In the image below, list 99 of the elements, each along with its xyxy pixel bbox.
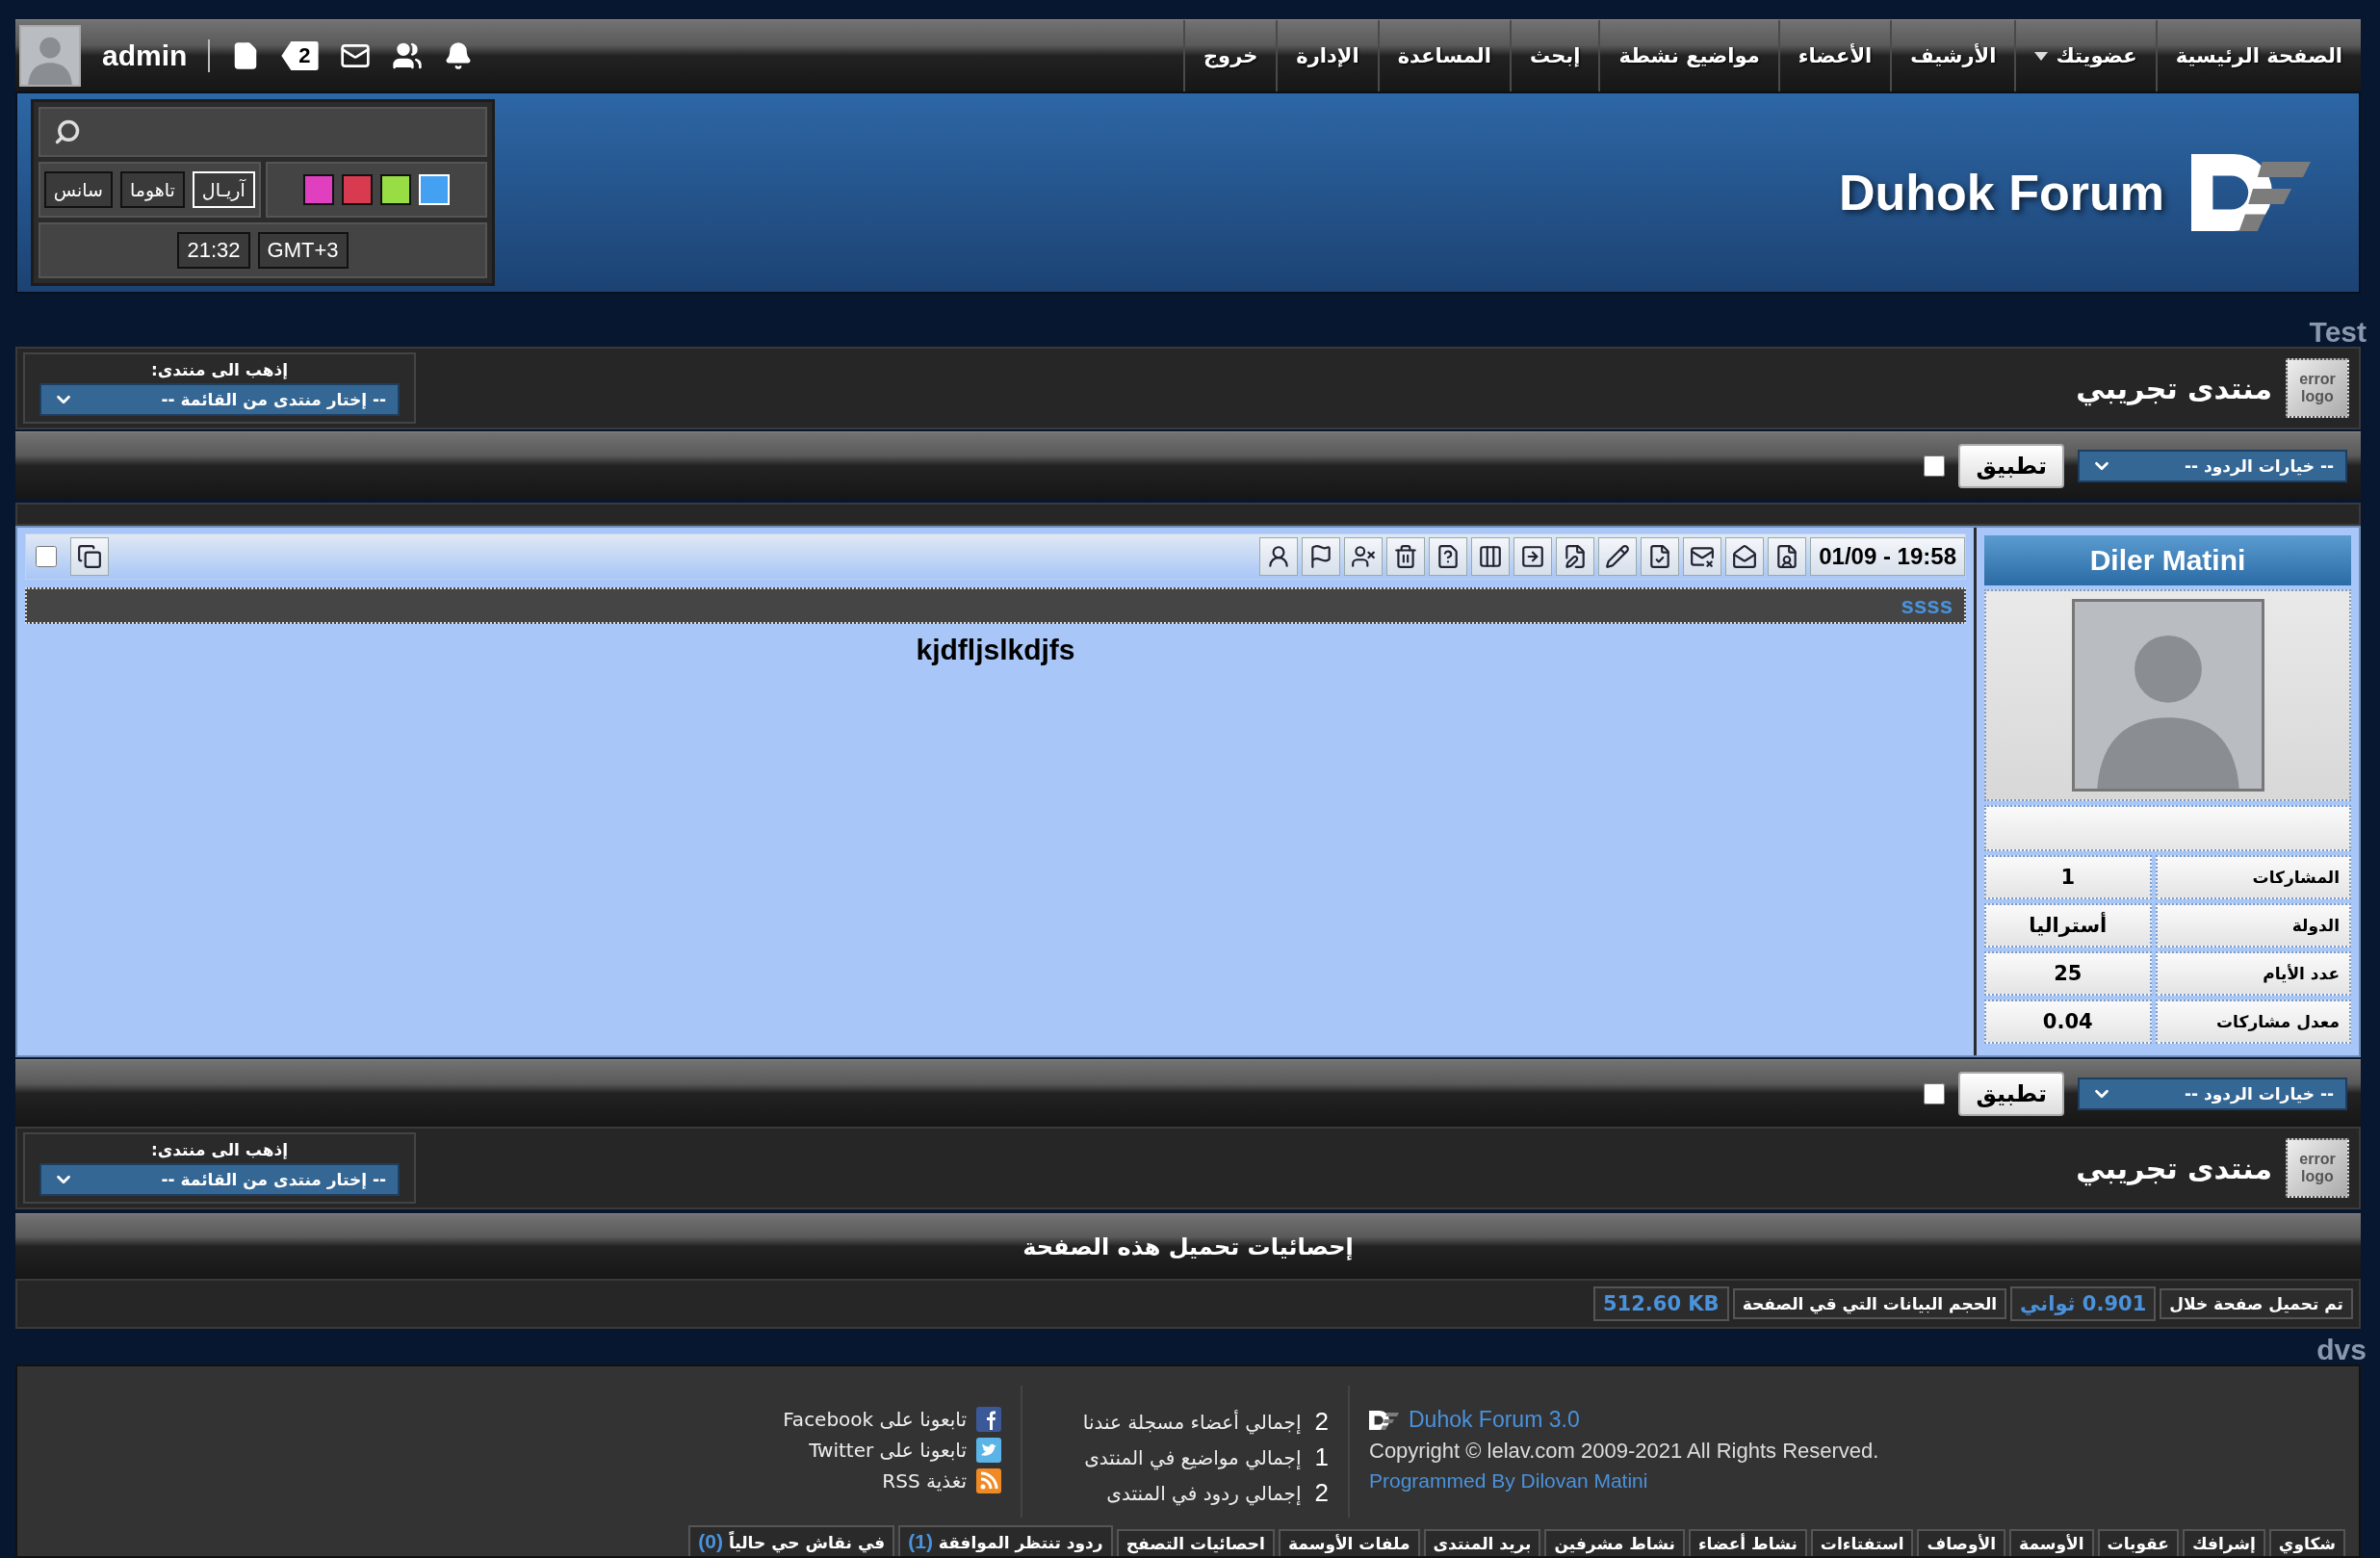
total-count: 1	[1314, 1442, 1329, 1472]
columns-button[interactable]	[1471, 537, 1511, 576]
social-link[interactable]: تابعونا على Twitter	[751, 1438, 1001, 1463]
footer-link[interactable]: ملفات الأوسمة	[1278, 1529, 1420, 1556]
social-link[interactable]: تابعونا على Facebook	[751, 1407, 1001, 1432]
apply-button[interactable]: تطبيق	[1958, 1071, 2064, 1116]
footer-link[interactable]: بريد المنتدى	[1423, 1529, 1541, 1556]
search-field[interactable]	[39, 107, 487, 157]
font-option[interactable]: سانس	[43, 171, 113, 208]
post-date: 01/09 - 19:58	[1810, 537, 1965, 576]
copy-button[interactable]	[70, 537, 109, 576]
stat-label: المشاركات	[2155, 855, 2351, 899]
facebook-icon	[976, 1407, 1001, 1432]
total-label: إجمالي ردود في المنتدى	[1106, 1481, 1302, 1505]
user-name[interactable]: admin	[102, 39, 188, 72]
footer-link[interactable]: إشرافك	[2182, 1529, 2265, 1556]
file-check-button[interactable]	[1641, 537, 1680, 576]
post-title: ssss	[1901, 592, 1953, 619]
search-icon	[54, 118, 81, 145]
trash-button[interactable]	[1386, 537, 1426, 576]
site-title: Duhok Forum	[1839, 164, 2164, 221]
forum-title: منتدى تجريبي	[2076, 1151, 2272, 1185]
user-button[interactable]	[1259, 537, 1299, 576]
stat-value: 1	[1984, 855, 2152, 899]
file-question-button[interactable]	[1429, 537, 1468, 576]
open-mail-button[interactable]	[1725, 537, 1765, 576]
stat-value: 25	[1984, 951, 2152, 996]
stat-label: معدل مشاركات	[2155, 1000, 2351, 1044]
font-option[interactable]: تاهوما	[119, 171, 185, 208]
footer-link[interactable]: الأوصاف	[1917, 1529, 2006, 1556]
arrow-right-button[interactable]	[1513, 537, 1553, 576]
user-x-icon	[1351, 544, 1377, 569]
author-name[interactable]: Diler Matini	[1984, 535, 2351, 585]
color-swatch[interactable]	[302, 174, 334, 205]
logo-icon	[1369, 1410, 1399, 1430]
total-count: 2	[1314, 1407, 1329, 1437]
user-x-button[interactable]	[1344, 537, 1384, 576]
post-body: kjdfljslkdjfs	[916, 634, 1075, 666]
reply-options-select[interactable]: -- خيارات الردود --	[2078, 449, 2347, 482]
select-checkbox[interactable]	[1924, 454, 1946, 477]
arrow-right-icon	[1520, 544, 1546, 569]
clock-time: 21:32	[177, 232, 250, 269]
broken-image-label: error logo	[2298, 1151, 2337, 1185]
footer-link[interactable]: شكاوي	[2268, 1529, 2345, 1556]
apply-button[interactable]: تطبيق	[1958, 443, 2064, 488]
caret-icon	[2034, 51, 2049, 61]
rss-icon	[976, 1468, 1001, 1493]
forum-jump-label: إذهب الى منتدى:	[150, 360, 289, 379]
font-option[interactable]: آريـال	[192, 171, 255, 208]
stat-label: تم تحميل صفحة خلال	[2160, 1288, 2353, 1319]
open-mail-icon	[1732, 544, 1758, 569]
footer-link[interactable]: نشاط مشرفين	[1544, 1529, 1685, 1556]
trash-icon	[1393, 544, 1419, 569]
color-swatch[interactable]	[379, 174, 411, 205]
post-checkbox[interactable]	[36, 546, 57, 567]
total-count: 2	[1314, 1478, 1329, 1508]
forum-jump-select[interactable]: -- إختار منتدى من القائمة --	[39, 383, 400, 416]
footer-link[interactable]: احصائيات التصفح	[1116, 1529, 1275, 1556]
total-label: إجمالي أعضاء مسجلة عندنا	[1082, 1410, 1302, 1434]
file-pen-button[interactable]	[1556, 537, 1595, 576]
credit-link[interactable]: Programmed By Dilovan Matini	[1369, 1469, 2330, 1493]
user-file-button[interactable]	[1768, 537, 1807, 576]
stat-label: الحجم البيانات التي قي الصفحة	[1732, 1288, 2007, 1319]
copy-icon	[77, 544, 102, 569]
social-link[interactable]: تغذية RSS	[751, 1468, 1001, 1493]
forum-jump-select[interactable]: -- إختار منتدى من القائمة --	[39, 1163, 400, 1196]
stat-value: 0.901 ثواني	[2010, 1286, 2157, 1321]
flag-button[interactable]	[1302, 537, 1341, 576]
stat-label: الدولة	[2155, 903, 2351, 948]
forum-title: منتدى تجريبي	[2076, 371, 2272, 405]
broken-image-label: error logo	[2298, 371, 2337, 405]
total-label: إجمالي مواضيع في المنتدى	[1084, 1445, 1302, 1469]
copyright-text: Copyright © lelav.com 2009-2021 All Rights Reserved.	[1369, 1439, 1880, 1464]
pencil-button[interactable]	[1598, 537, 1638, 576]
footer-link[interactable]: الأوسمة	[2009, 1529, 2094, 1556]
users-icon[interactable]	[391, 40, 423, 71]
stat-value: 0.04	[1984, 1000, 2152, 1044]
mail-x-button[interactable]	[1683, 537, 1722, 576]
bird-icon	[976, 1438, 1001, 1463]
footer-link[interactable]: نشاط أعضاء	[1688, 1529, 1807, 1556]
stat-value: أستراليا	[1984, 903, 2152, 948]
footer-brand[interactable]: Duhok Forum 3.0	[1409, 1407, 1580, 1433]
stat-label: عدد الأيام	[2155, 951, 2351, 996]
select-checkbox[interactable]	[1924, 1082, 1946, 1104]
forum-jump-label: إذهب الى منتدى:	[150, 1140, 289, 1159]
dvs-label: dvs	[2316, 1336, 2367, 1364]
test-label: Test	[2309, 318, 2367, 347]
notification-count[interactable]: 2	[281, 41, 319, 70]
footer-link[interactable]: عقوبات	[2097, 1529, 2179, 1556]
columns-icon	[1478, 544, 1504, 569]
logo-icon	[2191, 154, 2311, 231]
reply-options-select[interactable]: -- خيارات الردود --	[2078, 1077, 2347, 1110]
stats-title: إحصائيات تحميل هذه الصفحة	[1022, 1233, 1354, 1260]
footer-link[interactable]: استفتاءات	[1810, 1529, 1914, 1556]
pencil-icon	[1605, 544, 1631, 569]
stat-value: 512.60 KB	[1593, 1286, 1729, 1321]
mail-x-icon	[1690, 544, 1716, 569]
timezone-label: GMT+3	[257, 232, 349, 269]
color-swatch[interactable]	[341, 174, 373, 205]
